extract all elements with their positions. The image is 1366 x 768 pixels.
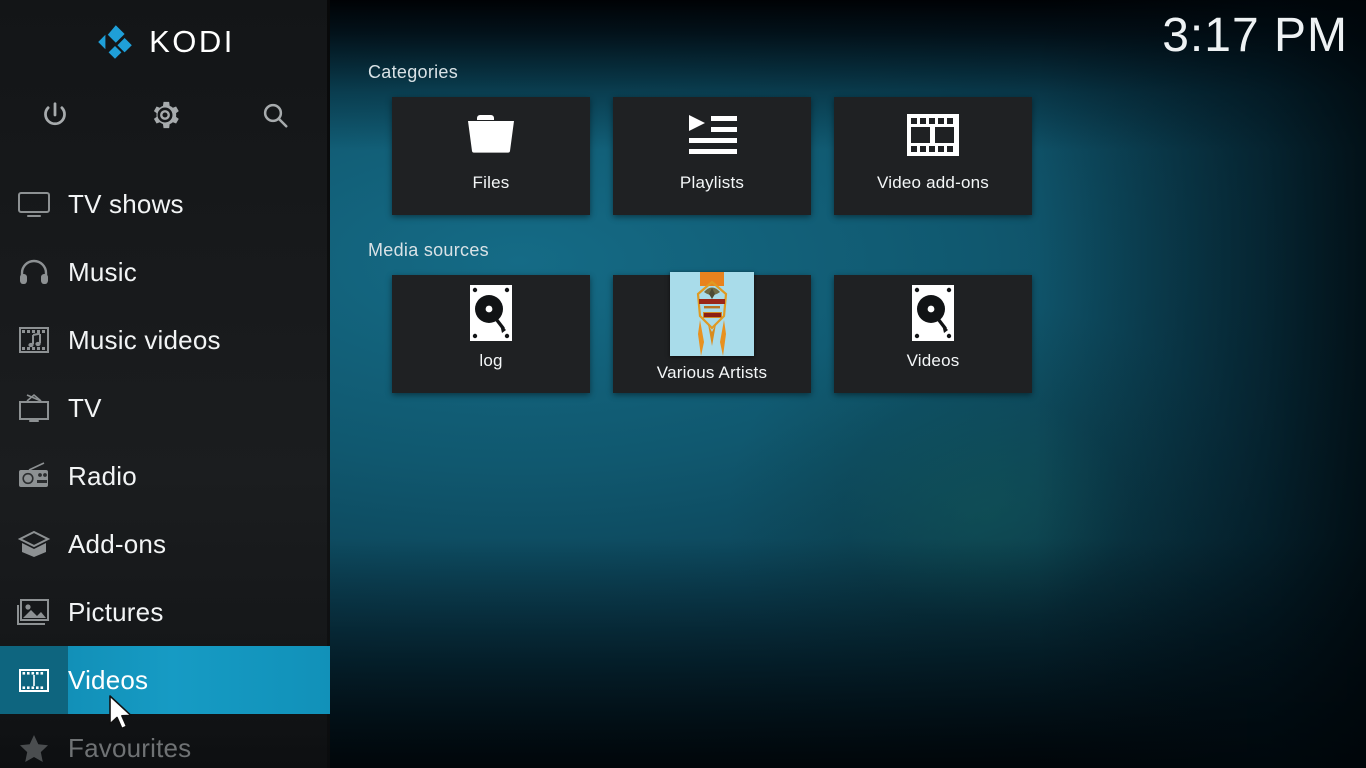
gear-icon — [149, 99, 181, 131]
power-icon — [40, 100, 70, 130]
clock: 3:17 PM — [1162, 8, 1348, 63]
folder-icon — [462, 97, 520, 173]
sidebar-item-tv-shows[interactable]: TV shows — [0, 170, 330, 238]
album-art-thumbnail — [670, 272, 754, 356]
sidebar-item-pictures[interactable]: Pictures — [0, 578, 330, 646]
tile-playlists[interactable]: Playlists — [613, 97, 811, 215]
brand-title: KODI — [149, 24, 235, 60]
film-note-icon — [0, 306, 68, 374]
kodi-home-screen: KODI — [0, 0, 1366, 768]
categories-section-title: Categories — [368, 62, 458, 83]
sidebar-item-videos[interactable]: Videos — [0, 646, 330, 714]
harddisk-icon — [911, 275, 955, 351]
filmstrip-icon — [905, 97, 961, 173]
media-sources-tile-row: log — [392, 275, 1055, 393]
search-icon — [260, 100, 290, 130]
tile-log[interactable]: log — [392, 275, 590, 393]
tile-label: Files — [473, 173, 510, 193]
sidebar-item-label: Pictures — [68, 597, 164, 628]
sidebar-item-radio[interactable]: Radio — [0, 442, 330, 510]
tile-label: Playlists — [680, 173, 744, 193]
sidebar-item-label: Favourites — [68, 733, 191, 764]
sidebar-item-label: Radio — [68, 461, 137, 492]
sidebar-item-label: TV — [68, 393, 102, 424]
media-sources-section-title: Media sources — [368, 240, 489, 261]
sidebar-item-music-videos[interactable]: Music videos — [0, 306, 330, 374]
star-icon — [0, 714, 68, 768]
sidebar-item-label: TV shows — [68, 189, 184, 220]
quick-action-bar — [0, 92, 330, 138]
search-button[interactable] — [220, 92, 330, 138]
background-right-vignette — [1036, 0, 1366, 768]
brand: KODI — [0, 14, 330, 70]
sidebar-item-label: Add-ons — [68, 529, 166, 560]
radio-icon — [0, 442, 68, 510]
tile-various-artists[interactable]: Various Artists — [613, 275, 811, 393]
sidebar-item-favourites[interactable]: Favourites — [0, 714, 330, 768]
tile-video-add-ons[interactable]: Video add-ons — [834, 97, 1032, 215]
sidebar-item-label: Music — [68, 257, 137, 288]
picture-icon — [0, 578, 68, 646]
sidebar: KODI — [0, 0, 330, 768]
sidebar-item-music[interactable]: Music — [0, 238, 330, 306]
tile-files[interactable]: Files — [392, 97, 590, 215]
tile-label: Videos — [907, 351, 960, 371]
categories-tile-row: Files Playlists — [392, 97, 1055, 215]
tile-label: log — [479, 351, 502, 371]
headphones-icon — [0, 238, 68, 306]
playlist-icon — [683, 97, 741, 173]
sidebar-item-tv[interactable]: TV — [0, 374, 330, 442]
harddisk-icon — [469, 275, 513, 351]
tv-antenna-icon — [0, 374, 68, 442]
settings-button[interactable] — [110, 92, 220, 138]
tile-label: Various Artists — [657, 363, 767, 383]
kodi-logo-icon — [95, 22, 135, 62]
sidebar-item-label: Videos — [68, 665, 148, 696]
sidebar-nav-list: TV shows Music — [0, 170, 330, 768]
album-art-image — [670, 272, 754, 356]
tile-label: Video add-ons — [877, 173, 989, 193]
filmstrip-icon — [0, 646, 68, 714]
box-icon — [0, 510, 68, 578]
tile-videos-source[interactable]: Videos — [834, 275, 1032, 393]
sidebar-item-add-ons[interactable]: Add-ons — [0, 510, 330, 578]
power-button[interactable] — [0, 92, 110, 138]
sidebar-item-label: Music videos — [68, 325, 221, 356]
monitor-icon — [0, 170, 68, 238]
